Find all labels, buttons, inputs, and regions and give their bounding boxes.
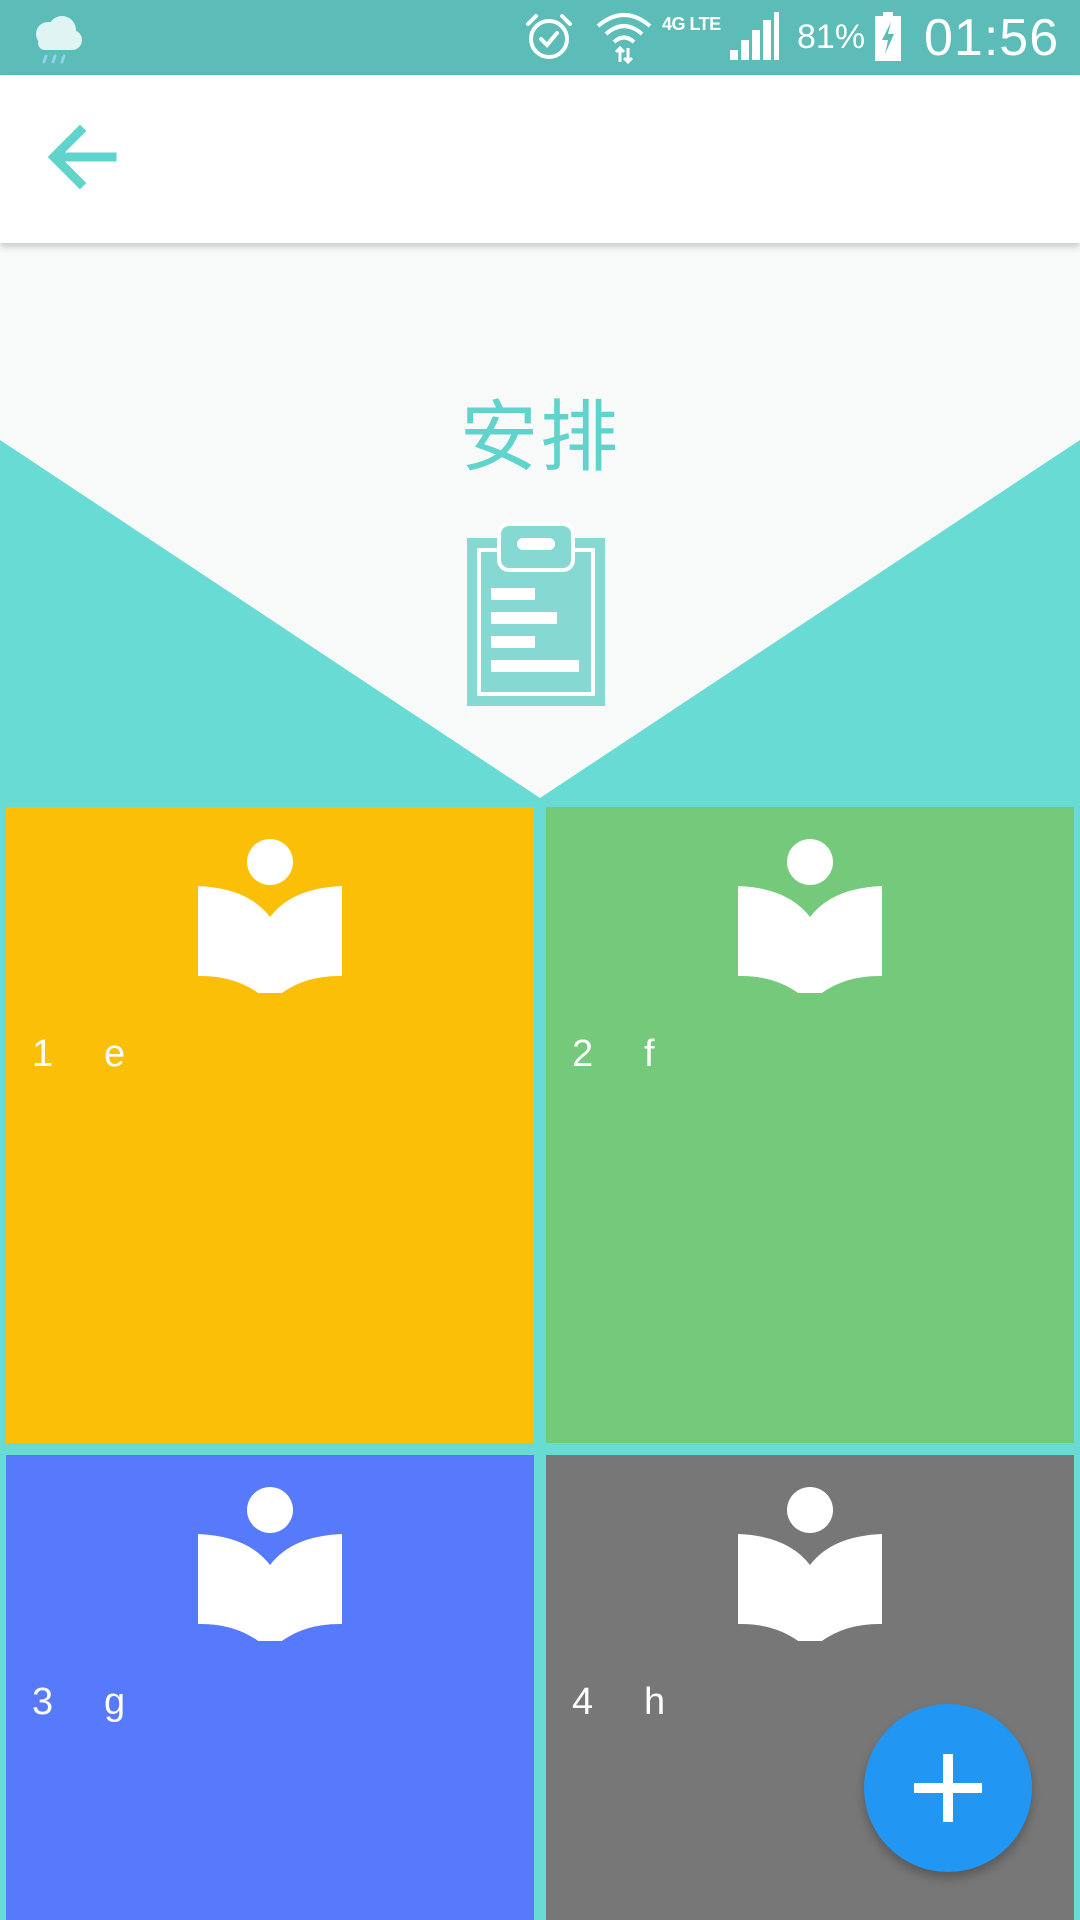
reader-book-icon bbox=[198, 839, 342, 993]
tile-label: 2 f bbox=[572, 1033, 655, 1076]
add-button[interactable] bbox=[864, 1704, 1032, 1872]
reader-book-icon bbox=[738, 1487, 882, 1641]
battery-charging-icon bbox=[875, 12, 901, 61]
tile-number: 2 bbox=[572, 1033, 594, 1075]
status-bar: 4G LTE 81% 01:56 bbox=[0, 0, 1080, 75]
tile-number: 1 bbox=[32, 1033, 54, 1075]
tile-number: 3 bbox=[32, 1681, 54, 1723]
tile-3[interactable]: 3 g bbox=[6, 1455, 534, 1920]
cell-signal-icon bbox=[730, 12, 779, 60]
plus-icon bbox=[914, 1754, 982, 1822]
arrow-left-icon bbox=[47, 124, 117, 190]
clipboard-icon bbox=[467, 522, 605, 706]
screen: 4G LTE 81% 01:56 安排 1 e 2 f 3 g 4 h bbox=[0, 0, 1080, 1920]
network-type-label: 4G LTE bbox=[662, 14, 721, 34]
tile-name: g bbox=[104, 1681, 126, 1723]
wifi-icon bbox=[596, 13, 652, 64]
alarm-clock-icon bbox=[526, 14, 572, 59]
reader-book-icon bbox=[738, 839, 882, 993]
tile-name: h bbox=[644, 1681, 666, 1723]
tile-label: 3 g bbox=[32, 1681, 125, 1724]
clock-time: 01:56 bbox=[924, 9, 1060, 67]
tile-label: 1 e bbox=[32, 1033, 125, 1076]
app-bar bbox=[0, 75, 1080, 243]
tile-1[interactable]: 1 e bbox=[6, 807, 534, 1443]
tile-name: f bbox=[644, 1033, 655, 1075]
tile-label: 4 h bbox=[572, 1681, 665, 1724]
reader-book-icon bbox=[198, 1487, 342, 1641]
tile-number: 4 bbox=[572, 1681, 594, 1723]
tile-2[interactable]: 2 f bbox=[546, 807, 1074, 1443]
page-title: 安排 bbox=[459, 393, 620, 483]
tile-name: e bbox=[104, 1033, 126, 1075]
battery-percent: 81% bbox=[797, 18, 866, 56]
cloud-rain-icon bbox=[36, 16, 82, 64]
back-button[interactable] bbox=[40, 117, 130, 197]
